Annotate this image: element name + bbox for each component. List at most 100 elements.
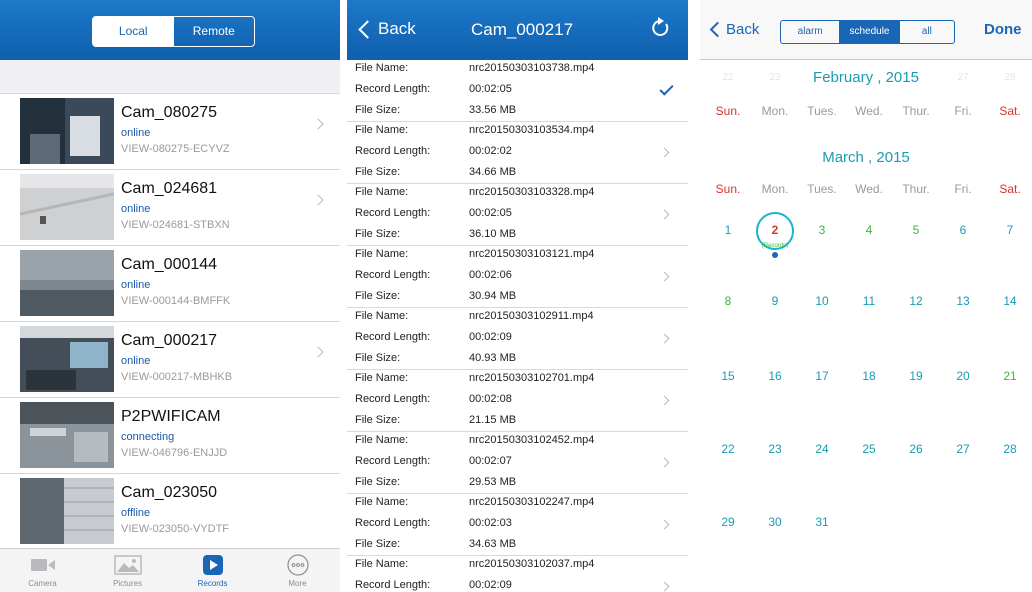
weekday-mar-sat: Sat. bbox=[999, 182, 1021, 196]
record-row[interactable]: File Name: nrc20150303102911.mp4 Record Le… bbox=[347, 308, 688, 370]
record-row[interactable]: File Name: nrc20150303102037.mp4 Record Le… bbox=[347, 556, 688, 592]
filter-segment[interactable]: alarm schedule all bbox=[780, 20, 955, 44]
file-name-value: nrc20150303103738.mp4 bbox=[469, 62, 595, 74]
segment-schedule[interactable]: schedule bbox=[840, 21, 900, 43]
calendar-day[interactable]: 8 bbox=[708, 294, 748, 308]
calendar-day[interactable]: 18 bbox=[849, 369, 889, 383]
calendar-day[interactable]: 21 bbox=[990, 369, 1030, 383]
file-name-value: nrc20150303102452.mp4 bbox=[469, 434, 595, 446]
calendar-day[interactable]: 7 bbox=[990, 223, 1030, 237]
weekday-mar-fri: Fri. bbox=[954, 182, 972, 196]
weekday-feb-thur: Thur. bbox=[902, 104, 930, 118]
calendar-day[interactable]: 17 bbox=[802, 369, 842, 383]
tab-more[interactable]: More bbox=[255, 549, 340, 592]
record-length-label: Record Length: bbox=[355, 331, 431, 343]
tab-camera[interactable]: Camera bbox=[0, 549, 85, 592]
segment-remote[interactable]: Remote bbox=[174, 17, 255, 46]
segment-alarm[interactable]: alarm bbox=[781, 21, 841, 43]
calendar-day[interactable]: 25 bbox=[849, 442, 889, 456]
camera-row[interactable]: Cam_023050 offline VIEW-023050-VYDTF bbox=[0, 474, 340, 550]
checkmark-icon bbox=[659, 81, 674, 96]
calendar-day[interactable]: 31 bbox=[802, 515, 842, 529]
camera-name: Cam_080275 bbox=[121, 104, 218, 121]
calendar-day[interactable]: 23 bbox=[755, 442, 795, 456]
calendar-day[interactable]: 6 bbox=[943, 223, 983, 237]
record-row[interactable]: File Name: nrc20150303103328.mp4 Record Le… bbox=[347, 184, 688, 246]
calendar-day[interactable]: 4 bbox=[849, 223, 889, 237]
chevron-right-icon bbox=[659, 333, 670, 344]
back-button[interactable]: Back bbox=[708, 21, 759, 38]
calendar-day[interactable]: 5 bbox=[896, 223, 936, 237]
calendar-day[interactable]: 2 bbox=[755, 223, 795, 237]
camera-row[interactable]: P2PWIFICAM connecting VIEW-046796-ENJJD bbox=[0, 398, 340, 474]
calendar-day[interactable]: 3 bbox=[802, 223, 842, 237]
camera-row[interactable]: Cam_080275 online VIEW-080275-ECYVZ bbox=[0, 94, 340, 170]
calendar-day[interactable]: 29 bbox=[708, 515, 748, 529]
calendar-day[interactable]: 13 bbox=[943, 294, 983, 308]
weekday-mar-sun: Sun. bbox=[715, 182, 741, 196]
local-remote-segment[interactable]: Local Remote bbox=[92, 16, 255, 47]
calendar-day[interactable]: 12 bbox=[896, 294, 936, 308]
camera-name: Cam_000217 bbox=[121, 332, 218, 349]
refresh-icon[interactable] bbox=[649, 15, 671, 44]
calendar-day[interactable]: 15 bbox=[708, 369, 748, 383]
chevron-right-icon bbox=[659, 147, 670, 158]
calendar-day[interactable]: 9 bbox=[755, 294, 795, 308]
chevron-right-icon bbox=[659, 395, 670, 406]
record-row[interactable]: File Name: nrc20150303102247.mp4 Record Le… bbox=[347, 494, 688, 556]
calendar-day[interactable]: 22 bbox=[708, 442, 748, 456]
camera-name: Cam_023050 bbox=[121, 484, 218, 501]
calendar-day[interactable]: 11 bbox=[849, 294, 889, 308]
navigation-bar: Back alarm schedule all Done bbox=[700, 0, 1032, 60]
camera-row[interactable]: Cam_000144 online VIEW-000144-BMFFK bbox=[0, 246, 340, 322]
chevron-right-icon bbox=[659, 209, 670, 220]
calendar-day[interactable]: 1 bbox=[708, 223, 748, 237]
calendar-day[interactable]: 28 bbox=[990, 442, 1030, 456]
record-length-label: Record Length: bbox=[355, 207, 431, 219]
done-button[interactable]: Done bbox=[984, 21, 1022, 38]
calendar-day[interactable]: 16 bbox=[755, 369, 795, 383]
chevron-right-icon bbox=[659, 581, 670, 592]
calendar-day[interactable]: 27 bbox=[943, 442, 983, 456]
segment-all[interactable]: all bbox=[900, 21, 954, 43]
tab-records[interactable]: Records bbox=[170, 549, 255, 592]
calendar-day[interactable]: 24 bbox=[802, 442, 842, 456]
camera-icon bbox=[0, 553, 85, 577]
chevron-right-icon bbox=[312, 118, 324, 130]
calendar-day[interactable]: 14 bbox=[990, 294, 1030, 308]
camera-list: Cam_080275 online VIEW-080275-ECYVZ Cam_024… bbox=[0, 94, 340, 550]
calendar-day[interactable]: 19 bbox=[896, 369, 936, 383]
weekday-mar-tues: Tues. bbox=[807, 182, 837, 196]
file-name-value: nrc20150303102247.mp4 bbox=[469, 496, 595, 508]
records-icon bbox=[170, 553, 255, 577]
record-row[interactable]: File Name: nrc20150303102452.mp4 Record Le… bbox=[347, 432, 688, 494]
camera-row[interactable]: Cam_000217 online VIEW-000217-MBHKB bbox=[0, 322, 340, 398]
calendar-day[interactable]: 10 bbox=[802, 294, 842, 308]
camera-thumbnail bbox=[20, 326, 114, 392]
record-length-label: Record Length: bbox=[355, 393, 431, 405]
camera-id: VIEW-046796-ENJJD bbox=[121, 447, 228, 459]
calendar-day[interactable]: 26 bbox=[896, 442, 936, 456]
file-size-value: 34.63 MB bbox=[469, 538, 517, 550]
file-size-value: 30.94 MB bbox=[469, 290, 517, 302]
record-row[interactable]: File Name: nrc20150303102701.mp4 Record Le… bbox=[347, 370, 688, 432]
tab-pictures[interactable]: Pictures bbox=[85, 549, 170, 592]
file-name-value: nrc20150303102911.mp4 bbox=[469, 310, 594, 322]
camera-row[interactable]: Cam_024681 online VIEW-024681-STBXN bbox=[0, 170, 340, 246]
record-row[interactable]: File Name: nrc20150303103534.mp4 Record Le… bbox=[347, 122, 688, 184]
tab-camera-label: Camera bbox=[28, 579, 57, 588]
file-name-label: File Name: bbox=[355, 310, 409, 322]
weekday-feb-fri: Fri. bbox=[954, 104, 972, 118]
record-list: File Name: nrc20150303103738.mp4 Record Le… bbox=[347, 60, 688, 592]
file-name-label: File Name: bbox=[355, 62, 409, 74]
file-size-label: File Size: bbox=[355, 228, 401, 240]
record-row[interactable]: File Name: nrc20150303103121.mp4 Record Le… bbox=[347, 246, 688, 308]
tab-records-label: Records bbox=[197, 579, 228, 588]
record-row[interactable]: File Name: nrc20150303103738.mp4 Record Le… bbox=[347, 60, 688, 122]
navigation-bar: Local Remote bbox=[0, 0, 340, 60]
calendar-day[interactable]: 20 bbox=[943, 369, 983, 383]
calendar-day[interactable]: 30 bbox=[755, 515, 795, 529]
back-button[interactable]: Back bbox=[357, 19, 416, 39]
segment-local[interactable]: Local bbox=[93, 17, 174, 46]
record-length-value: 00:02:05 bbox=[469, 207, 512, 219]
